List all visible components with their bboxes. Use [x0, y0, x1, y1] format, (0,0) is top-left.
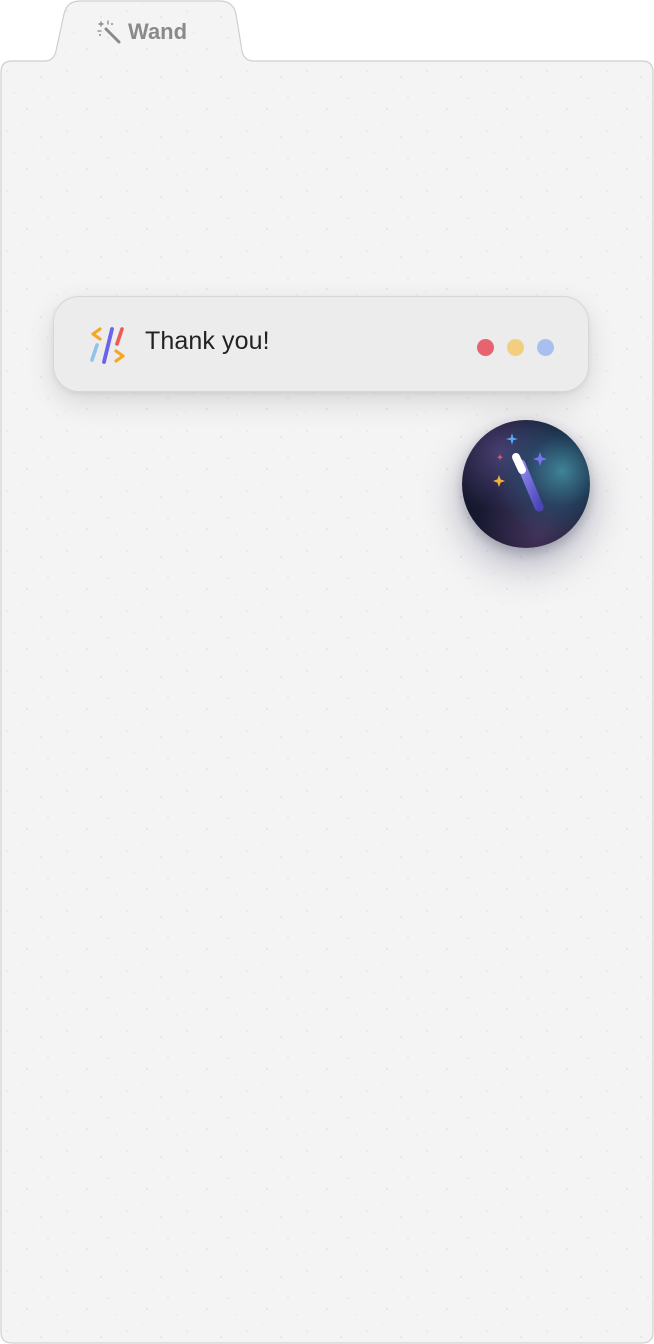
blue-dot	[537, 339, 554, 356]
window-frame: Wand Thank you!	[0, 0, 654, 1344]
code-logo-icon	[90, 327, 125, 364]
magic-wand-sparkles-icon	[493, 433, 547, 512]
red-dot	[477, 339, 494, 356]
yellow-dot	[507, 339, 524, 356]
panel-background	[0, 0, 654, 1344]
magic-wand-icon	[97, 20, 121, 44]
toast-message: Thank you!	[145, 327, 270, 355]
status-dots	[477, 339, 554, 356]
notification-toast[interactable]: Thank you!	[53, 296, 589, 392]
magic-wand-button[interactable]	[462, 420, 590, 548]
tab-wand[interactable]: Wand	[96, 16, 187, 48]
tab-label-text: Wand	[128, 19, 188, 44]
